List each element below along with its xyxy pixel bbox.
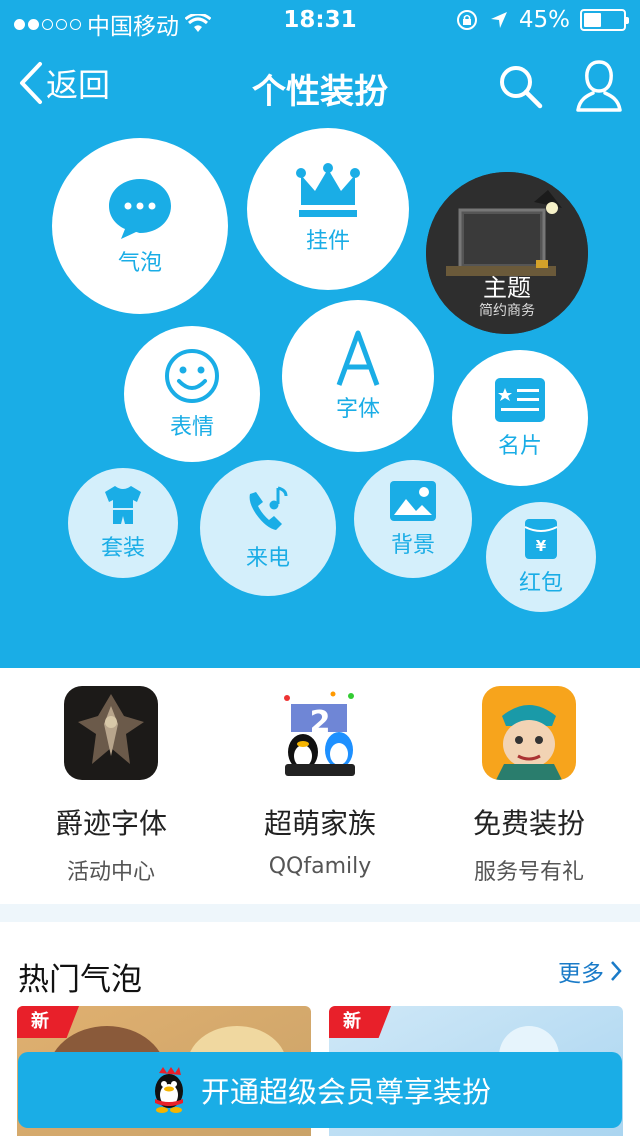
pendant-label: 挂件 (305, 229, 350, 254)
crown-icon (296, 163, 360, 217)
promo-item-family[interactable]: 2 超萌家族 QQfamily (215, 686, 425, 879)
promo-title: 超萌家族 (263, 807, 376, 840)
pendant-button[interactable]: 挂件 (247, 128, 409, 290)
suit-button[interactable]: 套装 (68, 468, 178, 578)
rotation-lock-icon (456, 10, 477, 30)
promo-subtitle: QQfamily (268, 854, 372, 879)
chat-bubble-icon (109, 179, 171, 239)
svg-text:2: 2 (310, 705, 331, 740)
redpacket-button[interactable]: ¥ 红包 (486, 502, 596, 612)
promo-item-free[interactable]: 免费装扮 服务号有礼 (424, 686, 634, 886)
battery-icon (580, 9, 629, 31)
card-button[interactable]: 名片 (452, 350, 588, 486)
qq-penguin-icon (154, 1067, 183, 1113)
redpacket-label: 红包 (518, 571, 563, 596)
image-icon (390, 481, 436, 521)
font-button[interactable]: 字体 (282, 300, 434, 452)
back-button[interactable]: 返回 (18, 60, 110, 106)
emoji-label: 表情 (169, 415, 214, 440)
promo-subtitle: 活动中心 (66, 860, 155, 885)
theme-label: 主题 (483, 274, 531, 302)
qqfamily-app-icon: 2 (273, 686, 367, 780)
red-packet-icon: ¥ (524, 519, 558, 559)
header-area: 中国移动 18:31 45% 返回 个性装扮 气泡 挂件 主题 简约商务 表情 … (0, 0, 640, 668)
nav-bar: 返回 个性装扮 (0, 48, 640, 122)
section-title: 热门气泡 (18, 962, 142, 998)
name-card-icon (495, 378, 545, 422)
font-label: 字体 (335, 397, 380, 422)
bubble-chat-button[interactable]: 气泡 (52, 138, 228, 314)
more-link[interactable]: 更多 (558, 954, 622, 988)
promo-row: 爵迹字体 活动中心 2 超萌家族 QQfamily 免费装扮 服务号有礼 (0, 668, 640, 904)
profile-icon[interactable] (574, 58, 624, 114)
bubble-chat-label: 气泡 (117, 251, 162, 276)
section-divider (0, 904, 640, 922)
status-bar: 中国移动 18:31 45% (0, 0, 640, 40)
smiley-icon (165, 349, 219, 403)
phone-music-icon (249, 486, 288, 530)
cta-label: 开通超级会员尊享装扮 (200, 1075, 491, 1109)
letter-a-icon (336, 330, 380, 386)
svg-text:¥: ¥ (536, 537, 547, 555)
chevron-left-icon (20, 62, 42, 104)
card-label: 名片 (497, 434, 542, 459)
back-label: 返回 (46, 66, 111, 104)
promo-title: 爵迹字体 (54, 807, 167, 840)
ringtone-button[interactable]: 来电 (200, 460, 336, 596)
ringtone-label: 来电 (245, 546, 290, 571)
cartoon-app-icon (482, 686, 576, 780)
background-button[interactable]: 背景 (354, 460, 472, 578)
background-label: 背景 (390, 533, 435, 558)
open-svip-button[interactable]: 开通超级会员尊享装扮 (18, 1052, 622, 1128)
promo-subtitle: 服务号有礼 (473, 860, 584, 885)
promo-item-font[interactable]: 爵迹字体 活动中心 (6, 686, 216, 886)
more-label: 更多 (558, 961, 604, 987)
chevron-right-icon (611, 961, 622, 981)
emoji-button[interactable]: 表情 (124, 326, 260, 462)
warrior-app-icon (64, 686, 158, 780)
location-icon (490, 12, 507, 28)
search-icon[interactable] (496, 62, 544, 110)
clothes-icon (105, 486, 141, 524)
theme-subtitle: 简约商务 (479, 303, 535, 319)
battery-percent: 45% (518, 7, 570, 33)
promo-title: 免费装扮 (472, 807, 585, 840)
theme-button[interactable]: 主题 简约商务 (426, 172, 588, 334)
suit-label: 套装 (100, 536, 145, 561)
